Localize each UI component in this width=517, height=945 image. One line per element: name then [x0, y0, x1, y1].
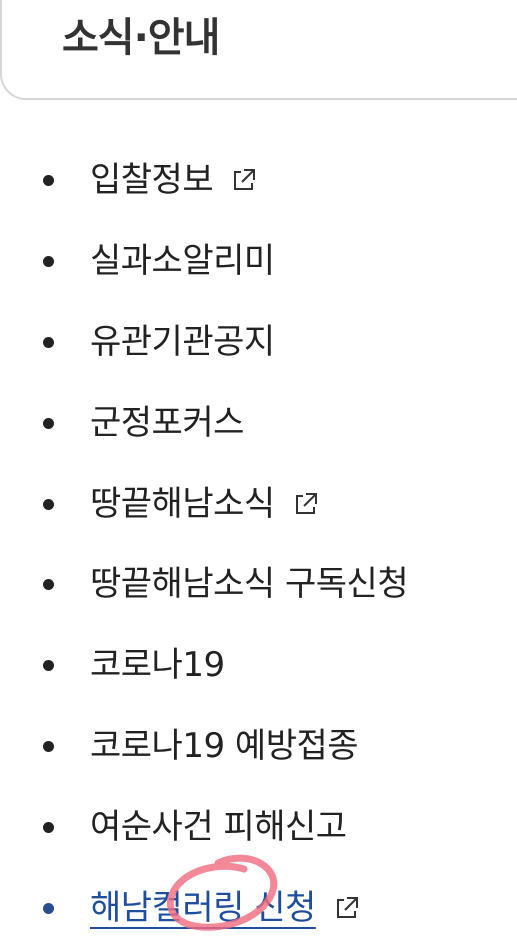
menu-label: 땅끝해남소식 [90, 483, 275, 524]
menu-link-news-subscribe[interactable]: 땅끝해남소식 구독신청 [0, 562, 409, 606]
menu-label: 코로나19 [90, 645, 225, 686]
bullet-icon [43, 660, 54, 672]
menu-link-haenam-news[interactable]: 땅끝해남소식 [0, 482, 319, 526]
menu-link-bid-info[interactable]: 입찰정보 [0, 158, 257, 202]
menu-item-bid-info: 입찰정보 [0, 140, 517, 221]
menu-link-yeosun-report[interactable]: 여순사건 피해신고 [0, 805, 347, 849]
menu-item-yeosun-report: 여순사건 피해신고 [0, 786, 517, 867]
bullet-icon [43, 175, 54, 187]
menu-link-covid19-vaccine[interactable]: 코로나19 예방접종 [0, 724, 359, 768]
menu-link-agency-notice[interactable]: 유관기관공지 [0, 320, 275, 364]
menu-item-covid19-vaccine: 코로나19 예방접종 [0, 706, 517, 787]
bullet-icon [43, 579, 54, 591]
menu-link-county-focus[interactable]: 군정포커스 [0, 401, 244, 445]
page: 소식·안내 입찰정보 실과소알리미 유관기관공지 군정포커스 땅끝해남소식 땅끝… [0, 0, 517, 945]
menu-item-agency-notice: 유관기관공지 [0, 302, 517, 383]
bullet-icon [43, 740, 54, 752]
menu-label: 입찰정보 [90, 160, 214, 201]
bullet-icon [43, 256, 54, 268]
bullet-icon [43, 821, 54, 833]
menu-link-coloring-apply[interactable]: 해남컬러링 신청 [0, 886, 360, 930]
menu-item-haenam-news: 땅끝해남소식 [0, 463, 517, 544]
menu-link-covid19[interactable]: 코로나19 [0, 643, 225, 687]
menu-label: 땅끝해남소식 구독신청 [90, 564, 409, 605]
bullet-icon [43, 336, 54, 348]
menu-item-covid19: 코로나19 [0, 625, 517, 706]
menu-label: 유관기관공지 [90, 321, 275, 362]
bullet-icon [43, 417, 54, 429]
menu-item-coloring-apply: 해남컬러링 신청 [0, 867, 517, 945]
menu-label: 실과소알리미 [90, 241, 275, 282]
external-link-icon [334, 895, 360, 921]
menu-label: 군정포커스 [90, 402, 244, 443]
bullet-icon [43, 902, 54, 914]
menu-item-news-subscribe: 땅끝해남소식 구독신청 [0, 544, 517, 625]
menu-item-dept-notice: 실과소알리미 [0, 221, 517, 302]
external-link-icon [231, 167, 257, 193]
news-menu-list: 입찰정보 실과소알리미 유관기관공지 군정포커스 땅끝해남소식 땅끝해남소식 구… [0, 140, 517, 945]
external-link-icon [293, 491, 319, 517]
menu-label: 해남컬러링 신청 [90, 887, 316, 928]
menu-label: 여순사건 피해신고 [90, 806, 347, 847]
section-title: 소식·안내 [62, 15, 220, 61]
menu-link-dept-notice[interactable]: 실과소알리미 [0, 239, 275, 283]
bullet-icon [43, 498, 54, 510]
menu-label: 코로나19 예방접종 [90, 725, 359, 766]
menu-item-county-focus: 군정포커스 [0, 382, 517, 463]
